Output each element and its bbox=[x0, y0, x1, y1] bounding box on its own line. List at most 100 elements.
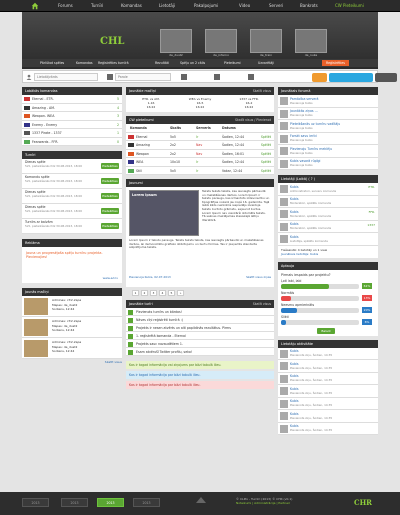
steam-button[interactable] bbox=[375, 73, 397, 82]
turnir-item[interactable]: Esam atvērušī Twitter profilu, seko! bbox=[126, 348, 274, 356]
turnir-item[interactable]: Projekts ir nesen atvērts un alti papild… bbox=[126, 324, 274, 332]
activity-item[interactable]: Kubis Pievienots ziņu, Šodien, 14:35 bbox=[278, 372, 378, 385]
ad-box[interactable]: Jauna un progresējoša spēļu turnīru proj… bbox=[22, 247, 122, 283]
site-logo[interactable]: CHL bbox=[100, 36, 124, 47]
pager-page[interactable]: 2 bbox=[141, 290, 148, 296]
activity-item[interactable]: Kubis Pievienots ziņu, Šodien, 14:35 bbox=[278, 347, 378, 360]
activity-item[interactable]: Kubis Pievienots ziņu, Šodien, 14:35 bbox=[278, 360, 378, 373]
cw-row[interactable]: Amazing 2x2 Nav Šodien, 12:44 Spēlēt bbox=[126, 141, 274, 150]
nav-cta-cw[interactable]: CW Pieteikumi bbox=[335, 4, 364, 8]
forum-item[interactable]: Forskt savu ierīci Pievienoja Kubis bbox=[278, 132, 378, 145]
pager-next[interactable]: » bbox=[177, 290, 184, 296]
cw-row[interactable]: WEA 10x10 Ir Šodien, 12:44 Spēlēt bbox=[126, 158, 274, 167]
news-more-link[interactable]: Skatīt visus ziņas bbox=[246, 275, 271, 279]
nav-item-turniri[interactable]: Turnīri bbox=[91, 4, 103, 8]
ad-link[interactable]: www.ad.lv bbox=[103, 276, 118, 280]
ladder-row[interactable]: Fearwards - FFR. 0 bbox=[22, 137, 122, 146]
cw-row[interactable]: Weapon 2x2 Nav Šodien, 16:01 Spēlēt bbox=[126, 149, 274, 158]
footer-button[interactable]: 2013 bbox=[22, 498, 49, 507]
subnav-item[interactable]: Spēļu un 2 cālis bbox=[180, 61, 205, 65]
poll-option[interactable]: Neesmu apmierināts 20% bbox=[278, 303, 378, 315]
event-item[interactable]: Turnīrs ar balvām 5x5, pieteikšanās līdz … bbox=[22, 219, 122, 234]
nav-item-video[interactable]: Video bbox=[239, 4, 250, 8]
recent-match[interactable]: 1337 vs FFR. 16-2 16:22 bbox=[226, 97, 272, 109]
match-item[interactable]: Adminas: cfr2.2apa Mapes: de_dust2 Sodiens… bbox=[22, 317, 122, 338]
join-button[interactable]: Pieteikties bbox=[101, 208, 119, 214]
ladder-row[interactable]: Eternal - ETR. 5 bbox=[22, 95, 122, 104]
join-button[interactable]: Pieteikties bbox=[101, 163, 119, 169]
subnav-item[interactable]: Uzvarētāji bbox=[258, 61, 274, 65]
turnir-item[interactable]: Nāves cīņi reģistrēti turnīrā :) bbox=[126, 316, 274, 324]
settings-icon[interactable] bbox=[181, 74, 187, 80]
nav-item-bankrots[interactable]: Bankrots bbox=[300, 4, 318, 8]
vote-button[interactable]: Balsot bbox=[317, 327, 335, 334]
news-image[interactable]: Lorem Ipsum bbox=[129, 190, 199, 236]
nav-item-pakalpojumi[interactable]: Pakalpojumi bbox=[194, 4, 218, 8]
activity-item[interactable]: Kubis Pievienots ziņu, Šodien, 14:35 bbox=[278, 410, 378, 423]
activity-item[interactable]: Kubis Pievienots ziņu, Šodien, 14:35 bbox=[278, 422, 378, 435]
password-input[interactable] bbox=[115, 73, 171, 81]
top-user-item[interactable]: Kubis Lietotājs, spēlētu komanda bbox=[278, 233, 378, 246]
turnir-item[interactable]: 1. reģistrētā komanda - Eternal bbox=[126, 332, 274, 340]
nav-item-komandas[interactable]: Komandas bbox=[121, 4, 142, 8]
matches-more-link[interactable]: Skatīt visus bbox=[22, 360, 122, 364]
join-button[interactable]: Pieteikties bbox=[101, 193, 119, 199]
nav-item-serveri[interactable]: Serveri bbox=[269, 4, 283, 8]
footer-button[interactable]: 2013 bbox=[133, 498, 160, 507]
join-button[interactable]: Pieteikties bbox=[101, 178, 119, 184]
subnav-item[interactable]: Komandas bbox=[76, 61, 93, 65]
turnir-item[interactable]: Projekts sauc nozaudētiem 1. bbox=[126, 340, 274, 348]
footer-logo[interactable]: CHR bbox=[354, 498, 372, 507]
event-item[interactable]: Dienas spēle 5x5, pieteikšanās līdz 30.08… bbox=[22, 189, 122, 204]
pager-page[interactable]: 4 bbox=[159, 290, 166, 296]
cw-row[interactable]: Still 5x5 Ir Vakar, 12:44 Spēlēt bbox=[126, 166, 274, 175]
poll-option[interactable]: Ļoti labi, labi 61% bbox=[278, 279, 378, 291]
scroll-top-icon[interactable] bbox=[196, 497, 206, 503]
chat-icon[interactable] bbox=[248, 74, 254, 80]
subnav-item[interactable]: Rezultāti bbox=[155, 61, 169, 65]
forum-item[interactable]: Kubis vasarā rūpīgi Pievienoja Kubis bbox=[278, 157, 378, 170]
activity-item[interactable]: Kubis Pievienots ziņu, Šodien, 14:35 bbox=[278, 397, 378, 410]
top-user-item[interactable]: Kubis Moderatori, spēlētu komanda bbox=[278, 195, 378, 208]
pager-page[interactable]: 1 bbox=[132, 290, 139, 296]
footer-button-active[interactable]: 2013 bbox=[97, 498, 124, 507]
username-input[interactable] bbox=[34, 73, 98, 81]
top-user-item[interactable]: Kubis Moderatori, spēlētu komanda 1337 bbox=[278, 220, 378, 233]
poll-option[interactable]: Slikti 6% bbox=[278, 315, 378, 327]
ladder-row[interactable]: Weapon- WEA 3 bbox=[22, 112, 122, 121]
turnir-item[interactable]: Pievienots turnīrs un bārdas! bbox=[126, 308, 274, 316]
recent-match[interactable]: WEA vs Enemy 16-5 16:22 bbox=[177, 97, 223, 109]
register-button[interactable]: Reģistrēties bbox=[322, 60, 349, 66]
match-item[interactable]: Adminas: cfr2.2apa Mapes: de_dust2 Sodiens… bbox=[22, 296, 122, 317]
activity-item[interactable]: Kubis Pievienots ziņu, Šodien, 14:35 bbox=[278, 385, 378, 398]
hero-thumb[interactable] bbox=[205, 29, 237, 53]
match-item[interactable]: Adminas: cfr2.2apa Mapes: de_dust2 Sodiens… bbox=[22, 338, 122, 359]
nav-item-lietotaji[interactable]: Lietotāji bbox=[159, 4, 175, 8]
event-item[interactable]: Dienas spēle 5x5, pieteikšanās līdz 30.08… bbox=[22, 159, 122, 174]
pager-page[interactable]: 3 bbox=[150, 290, 157, 296]
top-user-item[interactable]: Kubis Administratori, serveru komanda ETR. bbox=[278, 183, 378, 196]
event-item[interactable]: Komandu spēle 5x5, pieteikšanās līdz 30.0… bbox=[22, 174, 122, 189]
pager-page[interactable]: 5 bbox=[168, 290, 175, 296]
forum-item[interactable]: Jaunākās ziņas ... Pievienoja Kubis bbox=[278, 107, 378, 120]
join-button[interactable]: Pieteikties bbox=[101, 223, 119, 229]
ladder-row[interactable]: 1337 Pirate - 1337 1 bbox=[22, 129, 122, 138]
key-icon[interactable] bbox=[214, 74, 220, 80]
forum-item[interactable]: Pieteikšanās uz turnīru vadītāju Pievieno… bbox=[278, 120, 378, 133]
recent-match[interactable]: ETR. vs AM. 1-16 16:22 bbox=[128, 97, 174, 109]
subnav-item[interactable]: Reģistrēties turnīrā bbox=[98, 61, 129, 65]
top-user-item[interactable]: Kubis Moderatori, spēlētu komanda FFR. bbox=[278, 208, 378, 221]
forum-item[interactable]: Pamācība serverā Pievienoja Kubis bbox=[278, 95, 378, 108]
home-icon[interactable] bbox=[31, 2, 39, 10]
cw-row[interactable]: Eternal 5x5 Ir Šodien, 12:44 Spēlēt bbox=[126, 132, 274, 141]
subnav-item[interactable]: Pieteikumi bbox=[224, 61, 241, 65]
poll-option[interactable]: Normāls 13% bbox=[278, 291, 378, 303]
news-author[interactable]: Pievienoja Kubis, 02.07.2013 bbox=[129, 275, 171, 279]
footer-button[interactable]: 2013 bbox=[61, 498, 88, 507]
ladder-row[interactable]: Amazing - AM. 4 bbox=[22, 103, 122, 112]
hero-thumb[interactable] bbox=[250, 29, 282, 53]
event-item[interactable]: Dienas spēle 5x5, pieteikšanās līdz 30.08… bbox=[22, 204, 122, 219]
footer-links[interactable]: Noteikumi | Administrācija | Partneri bbox=[236, 501, 292, 505]
ladder-row[interactable]: Enemy - Enemy 2 bbox=[22, 120, 122, 129]
hero-thumb[interactable] bbox=[295, 29, 327, 53]
